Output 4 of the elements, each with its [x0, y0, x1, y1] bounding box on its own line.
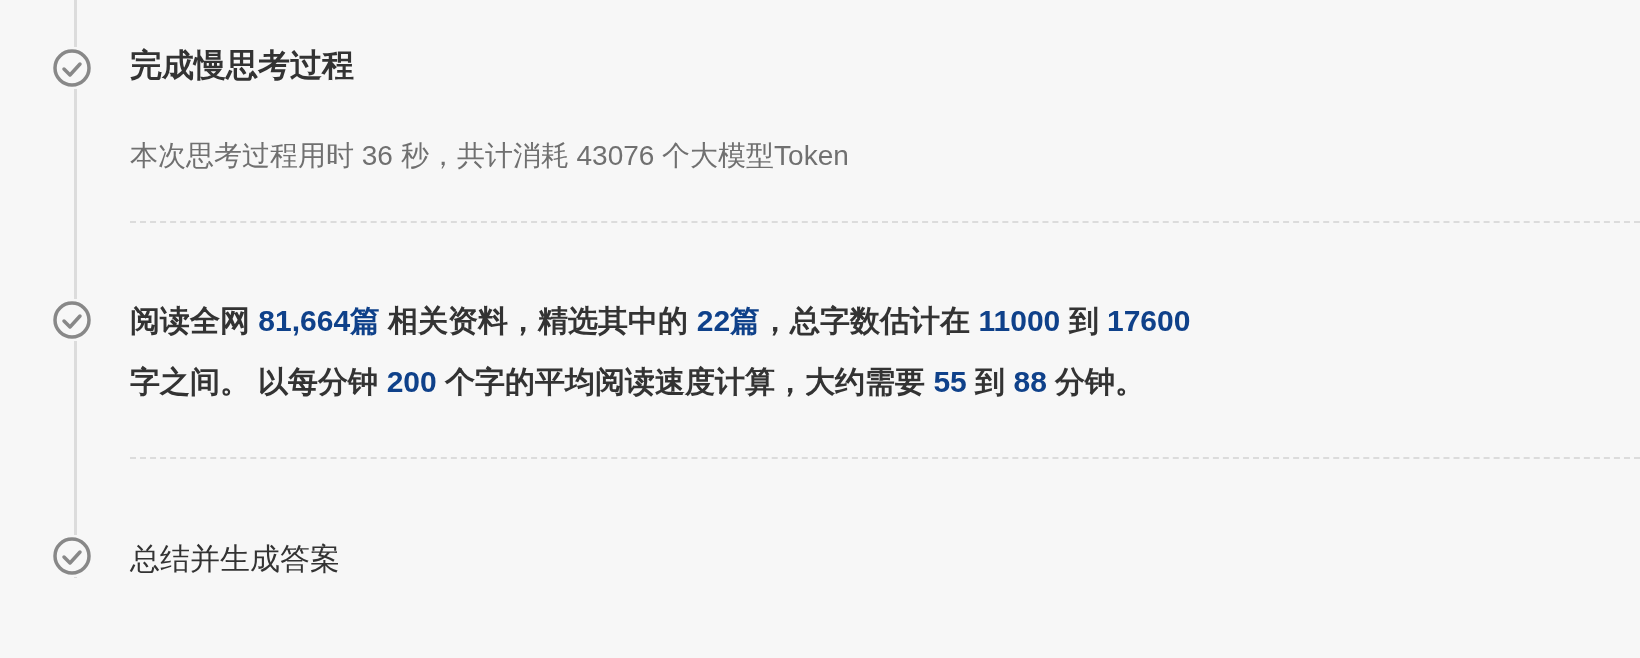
step-note: 本次思考过程用时 36 秒，共计消耗 43076 个大模型Token — [130, 138, 850, 173]
step-title: 总结并生成答案 — [130, 540, 341, 577]
step-title: 完成慢思考过程 — [130, 46, 355, 85]
step-summary: 阅读全网 81,664篇 相关资料，精选其中的 22篇，总字数估计在 11000 到 17600 字之间。 以每分钟 200 个字的平均阅读速度计算，大约需要 55 到 88 分钟。 — [130, 302, 1192, 400]
